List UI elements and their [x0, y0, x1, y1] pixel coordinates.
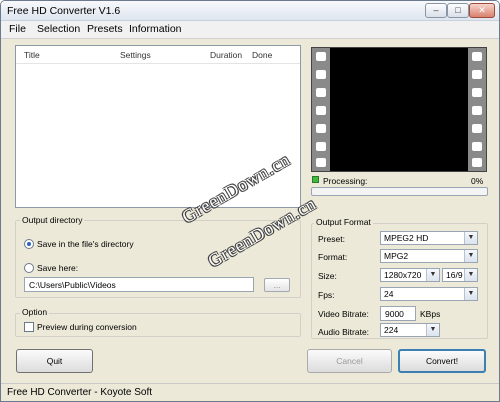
save-here-radio[interactable] — [24, 263, 34, 273]
preview-during-conversion-label[interactable]: Preview during conversion — [37, 322, 137, 332]
status-led-icon — [312, 176, 319, 183]
chevron-down-icon: ▼ — [464, 250, 477, 262]
size-select[interactable]: 1280x720 ▼ — [380, 268, 440, 282]
output-directory-title: Output directory — [20, 215, 85, 225]
column-done[interactable]: Done — [252, 50, 272, 60]
preset-select[interactable]: MPEG2 HD ▼ — [380, 231, 478, 245]
menu-presets[interactable]: Presets — [87, 23, 123, 35]
chevron-down-icon: ▼ — [464, 232, 477, 244]
processing-percent: 0% — [471, 176, 484, 186]
aspect-ratio-value: 16/9 — [446, 270, 463, 280]
status-text: Free HD Converter - Koyote Soft — [7, 387, 153, 398]
video-bitrate-label: Video Bitrate: — [318, 309, 369, 319]
menu-file[interactable]: File — [9, 23, 26, 35]
column-title[interactable]: Title — [24, 50, 40, 60]
preset-label: Preset: — [318, 234, 345, 244]
chevron-down-icon: ▼ — [464, 288, 477, 300]
format-select[interactable]: MPG2 ▼ — [380, 249, 478, 263]
film-strip-right-icon — [468, 48, 486, 171]
size-value: 1280x720 — [384, 270, 422, 280]
format-label: Format: — [318, 252, 348, 262]
save-in-file-directory-radio[interactable] — [24, 239, 34, 249]
aspect-ratio-select[interactable]: 16/9 ▼ — [442, 268, 478, 282]
output-path-field[interactable]: C:\Users\Public\Videos — [24, 277, 254, 292]
audio-bitrate-value: 224 — [384, 325, 399, 335]
film-strip-left-icon — [312, 48, 330, 171]
close-button[interactable]: ✕ — [469, 3, 495, 18]
maximize-button[interactable]: □ — [447, 3, 469, 18]
video-preview — [311, 47, 487, 172]
fps-value: 24 — [384, 289, 394, 299]
chevron-down-icon: ▼ — [464, 269, 477, 281]
cancel-button[interactable]: Cancel — [307, 349, 392, 373]
size-label: Size: — [318, 271, 337, 281]
format-value: MPG2 — [384, 251, 409, 261]
preset-value: MPEG2 HD — [384, 233, 429, 243]
video-bitrate-field[interactable]: 9000 — [380, 306, 416, 321]
preview-during-conversion-checkbox[interactable] — [24, 322, 34, 332]
fps-select[interactable]: 24 ▼ — [380, 287, 478, 301]
preview-screen — [332, 54, 468, 165]
convert-button[interactable]: Convert! — [398, 349, 486, 373]
chevron-down-icon: ▼ — [426, 269, 439, 281]
status-bar: Free HD Converter - Koyote Soft — [1, 383, 499, 401]
chevron-down-icon: ▼ — [426, 324, 439, 336]
audio-bitrate-label: Audio Bitrate: — [318, 327, 370, 337]
queue-header: Title Settings Duration Done — [16, 46, 300, 64]
save-in-file-directory-label[interactable]: Save in the file's directory — [37, 239, 134, 249]
save-here-label[interactable]: Save here: — [37, 263, 78, 273]
title-bar[interactable]: Free HD Converter V1.6 – □ ✕ — [1, 1, 499, 21]
output-format-title: Output Format — [314, 217, 373, 227]
menu-selection[interactable]: Selection — [37, 23, 80, 35]
column-duration[interactable]: Duration — [210, 50, 242, 60]
fps-label: Fps: — [318, 290, 335, 300]
processing-label: Processing: — [323, 176, 368, 186]
window-title: Free HD Converter V1.6 — [7, 5, 121, 17]
app-window: Free HD Converter V1.6 – □ ✕ File Select… — [0, 0, 500, 402]
quit-button[interactable]: Quit — [16, 349, 93, 373]
audio-bitrate-select[interactable]: 224 ▼ — [380, 323, 440, 337]
progress-bar — [311, 187, 488, 196]
column-settings[interactable]: Settings — [120, 50, 151, 60]
menu-bar: File Selection Presets Information — [1, 21, 499, 39]
video-bitrate-unit: KBps — [420, 309, 441, 319]
menu-information[interactable]: Information — [129, 23, 182, 35]
option-title: Option — [20, 307, 50, 317]
minimize-button[interactable]: – — [425, 3, 447, 18]
browse-button[interactable]: ... — [264, 278, 290, 292]
